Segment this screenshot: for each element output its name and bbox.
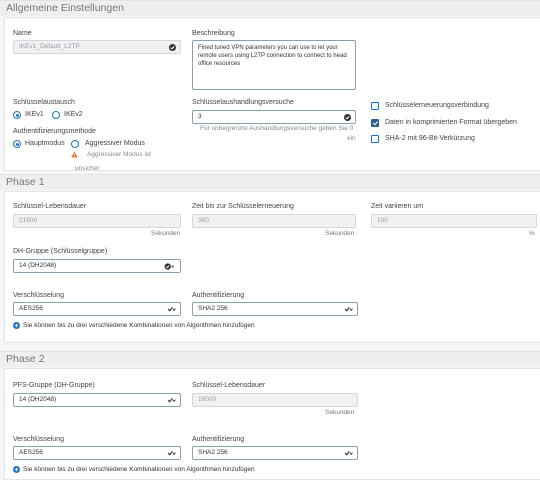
auth-method-label: Authentifizierungsmethode: [13, 128, 96, 135]
phase1-authentication-select[interactable]: SHA2 256: [192, 302, 358, 316]
phase2-key-lifetime-value: 18000: [198, 396, 217, 403]
unlimited-hint-line1: Für unbegrenzte Aushandlungsversuche geb…: [200, 125, 354, 132]
ikev1-label: IKEv1: [25, 111, 44, 118]
rekey-time-label: Zeit bis zur Schlüsselerneuerung: [192, 203, 294, 210]
dh-group-label: DH-Gruppe (Schlüsselgruppe): [13, 248, 108, 255]
phase2-authentication-label: Authentifizierung: [192, 436, 245, 443]
phase2-panel: PFS-Gruppe (DH-Gruppe) 14 (DH2048) Schlü…: [4, 368, 540, 480]
add-circle-icon[interactable]: [13, 466, 20, 473]
description-textarea[interactable]: Fined tuned VPN parameters you can use t…: [192, 40, 356, 90]
phase1-key-lifetime-value: 21600: [19, 217, 38, 224]
main-mode-label: Hauptmodus: [25, 140, 65, 147]
aggressive-warning-line2: unsicher: [75, 165, 100, 172]
compressed-format-label: Daten in komprimierten Format übergeben: [385, 119, 517, 126]
aggressive-warning-line1: Aggressiver Modus ist: [87, 151, 151, 158]
phase1-key-lifetime-unit: Sekunden: [151, 230, 181, 237]
check-circle-icon: [344, 114, 351, 121]
phase1-authentication-value: SHA2 256: [198, 305, 228, 312]
pfs-group-value: 14 (DH2048): [19, 396, 57, 403]
phase1-encryption-label: Verschlüsselung: [13, 292, 64, 299]
check-chevron-icon: [344, 306, 353, 312]
phase1-key-lifetime-label: Schlüssel-Lebensdauer: [13, 203, 87, 210]
pfs-group-select[interactable]: 14 (DH2048): [13, 393, 181, 407]
rekey-time-field[interactable]: 360: [192, 214, 356, 228]
unlimited-hint-line2: ein: [347, 135, 356, 142]
phase2-encryption-label: Verschlüsselung: [13, 436, 64, 443]
dh-group-value: 14 (DH2048): [19, 262, 57, 269]
phase2-key-lifetime-label: Schlüssel-Lebensdauer: [192, 382, 266, 389]
check-chevron-icon: [167, 306, 176, 312]
ikev2-label: IKEv2: [64, 111, 83, 118]
ikev2-radio[interactable]: [52, 111, 60, 119]
phase1-encryption-value: AES256: [19, 305, 43, 312]
general-section-title: Allgemeine Einstellungen: [6, 2, 124, 14]
description-label: Beschreibung: [192, 30, 235, 37]
aggressive-mode-radio[interactable]: [71, 140, 79, 148]
phase2-authentication-select[interactable]: SHA2 256: [192, 446, 358, 460]
negotiation-attempts-value: 3: [198, 113, 202, 120]
warning-icon: [71, 151, 78, 158]
phase1-authentication-label: Authentifizierung: [192, 292, 245, 299]
sha2-checkbox[interactable]: [371, 135, 379, 143]
phase2-section-title: Phase 2: [6, 353, 45, 365]
time-vary-field[interactable]: 100: [371, 214, 537, 228]
phase1-add-combination-text: Sie können bis zu drei verschiedene Komb…: [23, 322, 255, 329]
check-circle-icon: [169, 44, 176, 51]
rekey-connection-checkbox[interactable]: [371, 102, 379, 110]
phase1-panel: Schlüssel-Lebensdauer 21600 Sekunden Zei…: [4, 191, 540, 343]
rekey-connection-label: Schlüsselerneuerungsverbindung: [385, 102, 489, 109]
pfs-group-label: PFS-Gruppe (DH-Gruppe): [13, 382, 95, 389]
time-vary-value: 100: [377, 217, 388, 224]
phase1-section-title: Phase 1: [6, 176, 45, 188]
ikev1-radio[interactable]: [13, 111, 21, 119]
check-chevron-down-icon: [164, 263, 175, 270]
general-section-header: Allgemeine Einstellungen: [0, 0, 540, 16]
main-mode-radio[interactable]: [13, 140, 21, 148]
time-vary-label: Zeit variieren um: [371, 203, 424, 210]
rekey-time-value: 360: [198, 217, 209, 224]
dh-group-select[interactable]: 14 (DH2048): [13, 259, 181, 273]
check-chevron-icon: [167, 397, 176, 403]
check-chevron-icon: [344, 450, 353, 456]
sha2-label: SHA-2 mit 96-Bit-Verkürzung: [385, 135, 475, 142]
phase1-key-lifetime-field[interactable]: 21600: [13, 214, 181, 228]
compressed-format-checkbox[interactable]: [371, 119, 379, 127]
phase2-encryption-select[interactable]: AES256: [13, 446, 181, 460]
general-panel: Name IKEv1_Default_L2TP Beschreibung Fin…: [4, 17, 540, 172]
negotiation-attempts-label: Schlüsselaushandlungsversuche: [192, 99, 294, 106]
phase2-key-lifetime-field[interactable]: 18000: [192, 393, 358, 407]
phase2-encryption-value: AES256: [19, 449, 43, 456]
phase2-authentication-value: SHA2 256: [198, 449, 228, 456]
time-vary-unit: %: [529, 230, 535, 237]
phase2-section-header: Phase 2: [0, 351, 540, 367]
aggressive-mode-label: Aggressiver Modus: [85, 140, 145, 147]
phase1-section-header: Phase 1: [0, 174, 540, 190]
phase2-key-lifetime-unit: Sekunden: [325, 409, 355, 416]
name-label: Name: [13, 30, 32, 37]
check-chevron-icon: [167, 450, 176, 456]
name-field[interactable]: IKEv1_Default_L2TP: [13, 40, 181, 54]
rekey-time-unit: Sekunden: [325, 230, 355, 237]
phase1-encryption-select[interactable]: AES256: [13, 302, 181, 316]
name-value: IKEv1_Default_L2TP: [19, 43, 80, 50]
phase2-add-combination-text: Sie können bis zu drei verschiedene Komb…: [23, 466, 255, 473]
add-circle-icon[interactable]: [13, 322, 20, 329]
negotiation-attempts-field[interactable]: 3: [192, 110, 356, 124]
key-exchange-label: Schlüsselaustausch: [13, 99, 75, 106]
